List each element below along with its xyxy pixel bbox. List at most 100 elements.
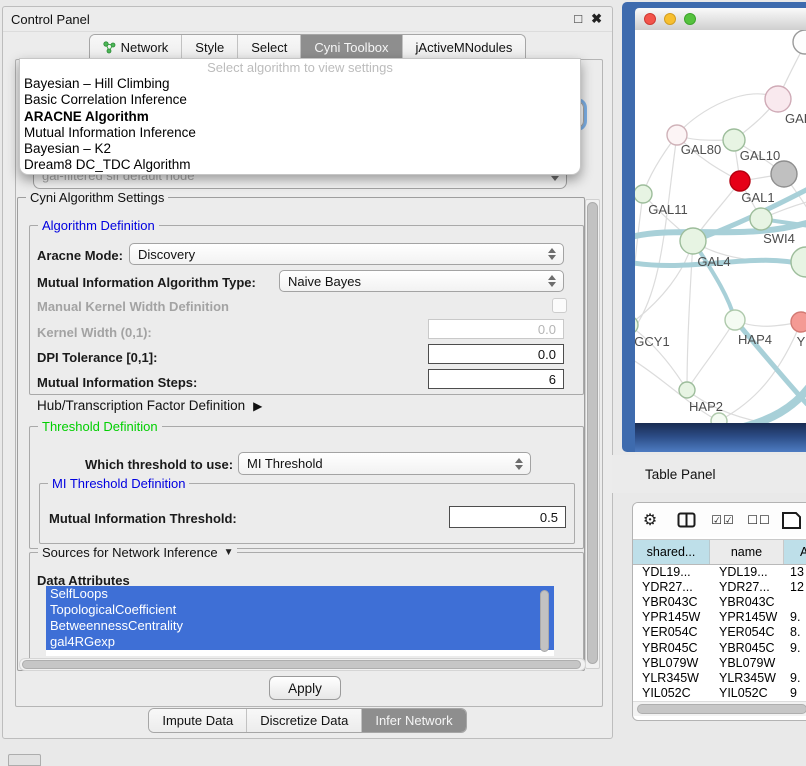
collapse-arrow-icon[interactable]: ▼: [224, 547, 234, 558]
tab-jactivemnodules[interactable]: jActiveMNodules: [402, 35, 526, 59]
algorithm-option[interactable]: Basic Correlation Inference: [20, 92, 580, 108]
table-cell: YER054C: [633, 625, 710, 639]
network-node[interactable]: [791, 247, 806, 277]
table-row[interactable]: YER054CYER054C8.: [633, 625, 806, 640]
network-node[interactable]: [750, 208, 772, 230]
zoom-traffic-light-icon[interactable]: [684, 13, 696, 25]
minimize-traffic-light-icon[interactable]: [664, 13, 676, 25]
network-canvas[interactable]: GALGAL80GAL10GAL1GAL11SWI4GAL4HAP4YGCY1H…: [635, 30, 806, 423]
network-node-label: GAL11: [648, 202, 688, 217]
table-body[interactable]: YDL19...YDL19...13YDR27...YDR27...12YBR0…: [633, 564, 806, 701]
mi-steps-label: Mutual Information Steps:: [37, 375, 197, 390]
table-row[interactable]: YIL052CYIL052C9: [633, 686, 806, 701]
algorithm-placeholder: Select algorithm to view settings: [20, 59, 580, 76]
table-cell: 9: [784, 686, 806, 700]
data-attribute-item[interactable]: BetweennessCentrality: [46, 618, 554, 634]
table-row[interactable]: YBL079WYBL079W: [633, 655, 806, 670]
data-attributes-list[interactable]: SelfLoopsTopologicalCoefficientBetweenne…: [46, 586, 554, 656]
table-panel: ⚙ ☑☑ ☐☐ shared... name A YDL19...YDL19..…: [632, 502, 806, 721]
export-table-icon[interactable]: [777, 511, 806, 530]
network-node[interactable]: [791, 312, 806, 332]
table-cell: 13: [784, 565, 806, 579]
column-header-clipped[interactable]: A: [784, 540, 806, 564]
network-window-titlebar[interactable]: [635, 8, 806, 31]
mi-type-combo[interactable]: Naive Bayes: [279, 270, 564, 292]
network-node-label: GAL10: [740, 148, 780, 163]
table-cell: YBL079W: [633, 656, 710, 670]
algorithm-option[interactable]: Bayesian – Hill Climbing: [20, 76, 580, 92]
combo-stepper-icon: [541, 275, 563, 287]
settings-group-title: Cyni Algorithm Settings: [26, 190, 168, 205]
algorithm-option[interactable]: Mutual Information Inference: [20, 125, 580, 141]
manual-kernel-label: Manual Kernel Width Definition: [37, 299, 229, 314]
network-node[interactable]: [725, 310, 745, 330]
tab-style[interactable]: Style: [181, 35, 237, 59]
settings-vertical-scrollbar[interactable]: [585, 199, 600, 669]
table-panel-title: Table Panel: [645, 467, 716, 482]
table-cell: 9.: [784, 641, 806, 655]
hub-definition-expander[interactable]: Hub/Transcription Factor Definition ▶: [37, 398, 262, 413]
table-row[interactable]: YPR145WYPR145W9.: [633, 610, 806, 625]
minimized-panel-button[interactable]: [8, 754, 41, 766]
data-attribute-item[interactable]: gal4RGexp: [46, 634, 554, 650]
close-traffic-light-icon[interactable]: [644, 13, 656, 25]
apply-button[interactable]: Apply: [269, 676, 341, 700]
network-node-label: GAL1: [741, 190, 774, 205]
close-window-icon[interactable]: ✖: [591, 11, 602, 27]
column-header-shared[interactable]: shared...: [633, 540, 710, 564]
table-row[interactable]: YDR27...YDR27...12: [633, 579, 806, 594]
network-node-label: Y: [797, 334, 806, 349]
network-node[interactable]: [635, 185, 652, 203]
dpi-tolerance-field[interactable]: 0.0: [428, 344, 564, 364]
network-node[interactable]: [711, 413, 727, 423]
table-cell: 9.: [784, 671, 806, 685]
algorithm-option[interactable]: Bayesian – K2: [20, 141, 580, 157]
table-horizontal-scrollbar[interactable]: [633, 701, 806, 716]
network-node-label: HAP2: [689, 399, 723, 414]
table-row[interactable]: YDL19...YDL19...13: [633, 564, 806, 579]
network-node[interactable]: [793, 30, 806, 54]
table-cell: 9.: [784, 610, 806, 624]
network-node[interactable]: [679, 382, 695, 398]
data-attribute-item[interactable]: SelfLoops: [46, 586, 554, 602]
algorithm-option[interactable]: Dream8 DC_TDC Algorithm: [20, 157, 580, 173]
network-node[interactable]: [771, 161, 797, 187]
deselect-all-columns-icon[interactable]: ☐☐: [741, 513, 777, 527]
which-threshold-combo[interactable]: MI Threshold: [238, 452, 531, 475]
table-cell: YDL19...: [633, 565, 710, 579]
split-columns-icon[interactable]: [667, 512, 705, 528]
table-row[interactable]: YBR043CYBR043C: [633, 594, 806, 609]
mi-threshold-field[interactable]: 0.5: [449, 506, 566, 528]
tab-impute-data[interactable]: Impute Data: [149, 709, 246, 732]
mi-type-value: Naive Bayes: [288, 274, 361, 289]
manual-kernel-checkbox[interactable]: [552, 298, 567, 313]
aracne-mode-combo[interactable]: Discovery: [129, 243, 564, 265]
kernel-width-label: Kernel Width (0,1):: [37, 325, 152, 340]
mi-steps-field[interactable]: 6: [428, 369, 564, 389]
kernel-width-field[interactable]: 0.0: [428, 319, 564, 339]
network-node[interactable]: [730, 171, 750, 191]
settings-horizontal-scrollbar[interactable]: [19, 658, 586, 671]
network-node[interactable]: [765, 86, 791, 112]
tab-cyni-toolbox[interactable]: Cyni Toolbox: [300, 35, 401, 59]
select-all-columns-icon[interactable]: ☑☑: [705, 513, 741, 527]
tab-infer-network[interactable]: Infer Network: [361, 709, 465, 732]
network-node-label: GAL: [785, 111, 806, 126]
data-attribute-item[interactable]: TopologicalCoefficient: [46, 602, 554, 618]
network-node-label: GCY1: [635, 334, 670, 349]
table-cell: YIL052C: [710, 686, 784, 700]
column-header-name[interactable]: name: [710, 540, 784, 564]
algorithm-option[interactable]: ARACNE Algorithm: [20, 109, 580, 125]
table-row[interactable]: YLR345WYLR345W9.: [633, 670, 806, 685]
tab-select[interactable]: Select: [237, 35, 300, 59]
tab-network[interactable]: Network: [90, 35, 182, 59]
network-node[interactable]: [680, 228, 706, 254]
gear-icon[interactable]: ⚙: [633, 510, 667, 530]
network-view-window: GALGAL80GAL10GAL1GAL11SWI4GAL4HAP4YGCY1H…: [622, 2, 806, 452]
tab-discretize-data[interactable]: Discretize Data: [246, 709, 361, 732]
attributes-vertical-scrollbar[interactable]: [539, 590, 550, 652]
float-window-icon[interactable]: □: [574, 11, 582, 27]
sources-group-title: Sources for Network Inference: [42, 545, 218, 560]
table-cell: YDL19...: [710, 565, 784, 579]
table-row[interactable]: YBR045CYBR045C9.: [633, 640, 806, 655]
